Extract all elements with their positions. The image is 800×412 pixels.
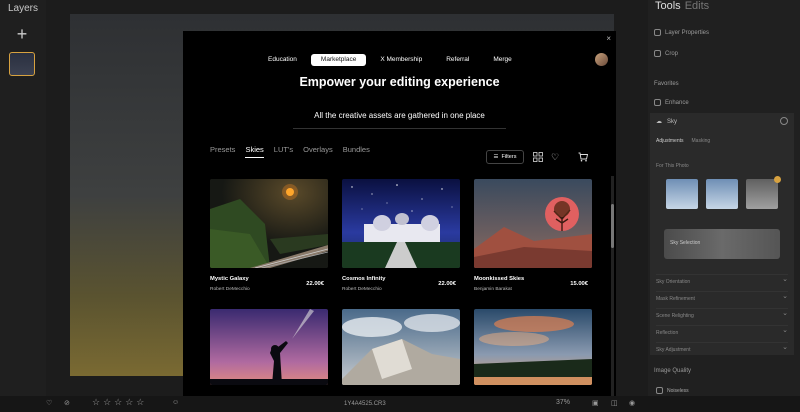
layer-properties-row[interactable]: Layer Properties — [654, 29, 709, 36]
product-author: Robert DeMecchio — [210, 287, 250, 292]
favorites-heading: Favorites — [654, 81, 679, 87]
sky-header[interactable]: ☁ Sky — [656, 118, 677, 126]
crop-icon — [654, 50, 661, 57]
accordion-sky-adjustment[interactable]: Sky Adjustment — [656, 342, 788, 353]
sky-panel: ☁ Sky Adjustments Masking For This Photo … — [650, 113, 794, 355]
divider — [293, 128, 506, 129]
product-name: Mystic Galaxy — [210, 276, 249, 282]
grid-view-icon[interactable] — [533, 152, 543, 164]
product-price: 15.00€ — [570, 281, 588, 287]
product-card[interactable] — [342, 309, 460, 385]
modal-nav: Education Marketplace X Membership Refer… — [258, 54, 526, 66]
nav-referral[interactable]: Referral — [436, 54, 479, 66]
product-name: Moonkissed Skies — [474, 276, 525, 282]
cart-icon-svg — [578, 152, 589, 162]
compare-icon[interactable]: ▣ — [592, 399, 599, 407]
accordion-mask-refinement[interactable]: Mask Refinement — [656, 291, 788, 302]
product-price: 22.00€ — [438, 281, 456, 287]
scroll-thumb[interactable] — [611, 204, 614, 248]
product-price: 22.00€ — [306, 281, 324, 287]
sky-tabs: Adjustments Masking — [656, 138, 710, 144]
noiseless-icon — [656, 387, 663, 394]
status-bar: ♡ ⊘ ☆☆☆☆☆ ☺ 1Y4A4525.CR3 37% ▣ ◫ ◉ — [0, 396, 800, 412]
sky-thumbnail[interactable] — [666, 179, 698, 209]
product-image[interactable] — [210, 179, 328, 268]
image-quality-heading: Image Quality — [654, 368, 692, 374]
product-card[interactable]: Cosmos Infinity 22.00€ Robert DeMecchio — [342, 179, 460, 292]
heart-icon[interactable]: ♡ — [551, 152, 559, 162]
accordion-reflection[interactable]: Reflection — [656, 325, 788, 336]
edits-tab[interactable]: Edits — [685, 0, 709, 12]
product-author: Benjamin Barakat — [474, 287, 512, 292]
for-this-photo-label: For This Photo — [656, 163, 689, 169]
silhouette-thumbnail — [210, 309, 328, 385]
tab-overlays[interactable]: Overlays — [303, 145, 333, 158]
sunset-clouds-thumbnail — [474, 309, 592, 385]
sky-thumbnail[interactable] — [746, 176, 781, 209]
enhance-icon — [654, 99, 661, 106]
close-icon[interactable]: × — [606, 34, 611, 43]
category-tabs: Presets Skies LUT's Overlays Bundles — [210, 145, 370, 158]
nav-education[interactable]: Education — [258, 54, 307, 66]
enhance-row[interactable]: Enhance — [654, 99, 689, 106]
accordion-sky-orientation[interactable]: Sky Orientation — [656, 274, 788, 285]
noiseless-row[interactable]: Noiseless — [656, 387, 689, 394]
nav-x-membership[interactable]: X Membership — [370, 54, 432, 66]
sky-selection-button[interactable]: Sky Selection — [664, 229, 780, 259]
filters-button[interactable]: ☰ Filters — [486, 150, 524, 164]
tab-luts[interactable]: LUT's — [274, 145, 293, 158]
marketplace-modal: × Education Marketplace X Membership Ref… — [183, 31, 616, 396]
cloud-icon: ☁ — [656, 119, 662, 125]
tab-skies[interactable]: Skies — [245, 145, 264, 158]
tools-header: Tools Edits — [655, 0, 709, 12]
tools-tab[interactable]: Tools — [655, 0, 681, 12]
split-view-icon[interactable]: ◫ — [611, 399, 618, 407]
sky-thumbnails — [666, 176, 781, 209]
star-rating[interactable]: ☆☆☆☆☆ — [92, 397, 147, 408]
grid-view-icon-svg — [533, 152, 543, 162]
product-name: Cosmos Infinity — [342, 276, 386, 282]
sky-thumbnail[interactable] — [706, 179, 738, 209]
tab-presets[interactable]: Presets — [210, 145, 235, 158]
face-icon[interactable]: ☺ — [172, 399, 179, 406]
layers-icon — [654, 29, 661, 36]
product-card[interactable] — [210, 309, 328, 385]
cloudy-cliff-thumbnail — [342, 309, 460, 385]
reject-icon[interactable]: ⊘ — [64, 399, 70, 407]
product-card[interactable] — [474, 309, 592, 385]
product-image[interactable] — [474, 179, 592, 268]
nav-marketplace[interactable]: Marketplace — [310, 54, 367, 66]
product-card[interactable]: Moonkissed Skies 15.00€ Benjamin Barakat — [474, 179, 592, 292]
scrollbar[interactable] — [611, 176, 614, 396]
layers-title: Layers — [8, 3, 39, 14]
eye-icon[interactable]: ◉ — [629, 399, 635, 407]
tab-adjustments[interactable]: Adjustments — [656, 138, 684, 144]
modal-subtitle: All the creative assets are gathered in … — [314, 111, 485, 120]
crop-row[interactable]: Crop — [654, 50, 678, 57]
tab-masking[interactable]: Masking — [692, 138, 711, 144]
zoom-level[interactable]: 37% — [556, 399, 570, 406]
product-image[interactable] — [474, 309, 592, 385]
product-card[interactable]: Mystic Galaxy 22.00€ Robert DeMecchio — [210, 179, 328, 292]
filter-icon: ☰ — [493, 154, 499, 160]
modal-title: Empower your editing experience — [299, 75, 500, 89]
accordion-scene-relighting[interactable]: Scene Relighting — [656, 308, 788, 319]
product-image[interactable] — [210, 309, 328, 385]
product-image[interactable] — [342, 309, 460, 385]
layer-thumbnail[interactable] — [9, 52, 35, 76]
cart-icon[interactable] — [578, 152, 589, 164]
product-author: Robert DeMecchio — [342, 287, 382, 292]
cosmos-infinity-thumbnail — [342, 179, 460, 268]
add-layer-icon[interactable]: + — [9, 24, 35, 46]
heart-icon[interactable]: ♡ — [46, 399, 52, 407]
avatar[interactable] — [595, 53, 608, 66]
file-name: 1Y4A4525.CR3 — [344, 401, 386, 407]
product-image[interactable] — [342, 179, 460, 268]
layers-panel: Layers + — [0, 0, 46, 396]
nav-merge[interactable]: Merge — [483, 54, 521, 66]
tab-bundles[interactable]: Bundles — [343, 145, 370, 158]
moonkissed-skies-thumbnail — [474, 179, 592, 268]
info-icon[interactable] — [780, 117, 788, 125]
mystic-galaxy-thumbnail — [210, 179, 328, 268]
